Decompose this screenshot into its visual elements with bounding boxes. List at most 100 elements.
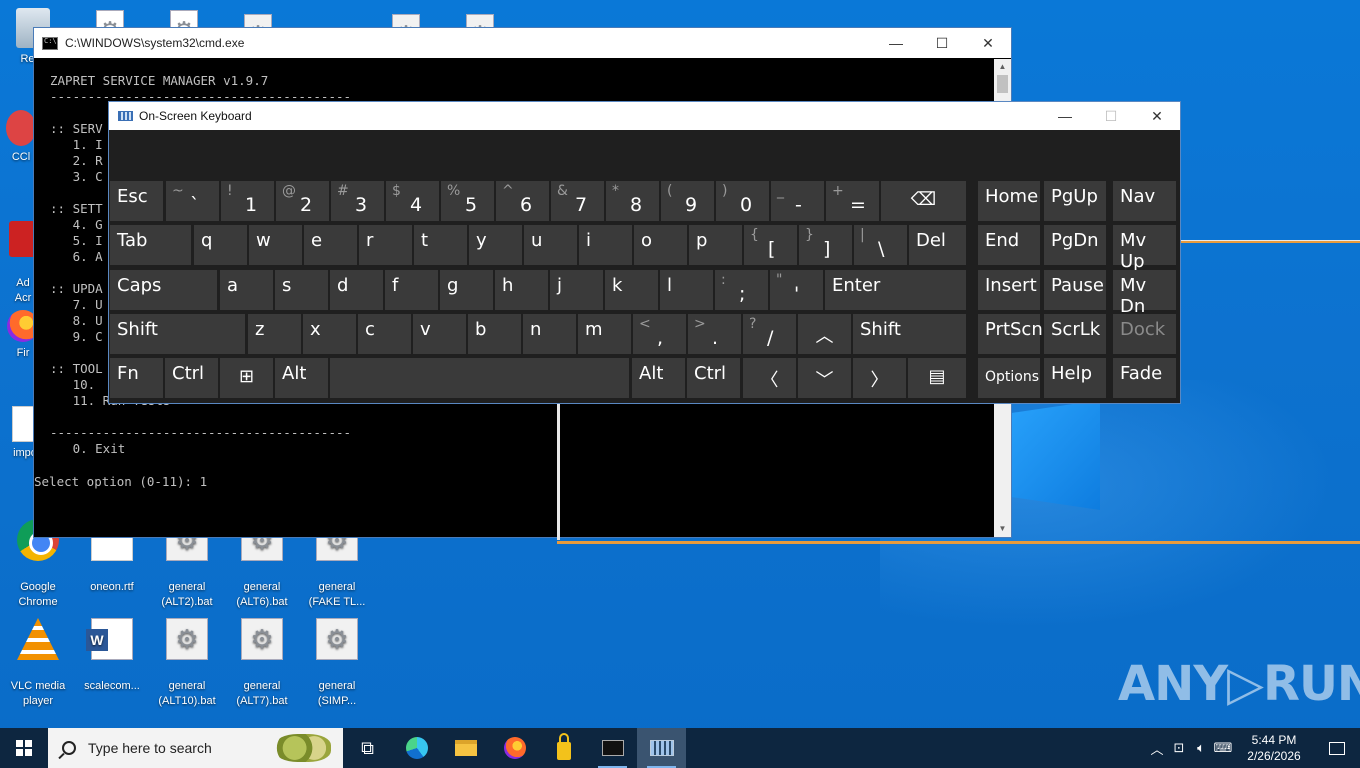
key-mv-up[interactable]: Mv Up [1113,225,1176,272]
key-z[interactable]: z [248,314,301,354]
key-[interactable]: {[ [744,225,797,265]
chevron-up-icon[interactable]: ︿ [1146,739,1168,758]
key-1[interactable]: ! 1 [221,181,274,221]
desktop-icon-scalecom[interactable]: scalecom... [74,603,150,709]
key-3[interactable]: #3 [331,181,384,221]
key-4[interactable]: $4 [386,181,439,221]
key-[interactable]: :; [715,270,768,310]
key-s[interactable]: s [275,270,328,310]
minimize-icon[interactable]: — [1042,102,1088,130]
taskbar-explorer[interactable] [441,728,490,768]
key-space[interactable] [330,358,629,398]
key-shift[interactable]: Shift [853,314,966,354]
key-a[interactable]: a [220,270,273,310]
key-[interactable]: + = [826,181,879,221]
key-enter[interactable]: Enter [825,270,966,310]
desktop-icon-vlc[interactable]: VLC media player [0,603,76,724]
key-6[interactable]: ^ 6 [496,181,549,221]
key-scrlk[interactable]: ScrLk [1044,314,1106,354]
osk-titlebar[interactable]: On-Screen Keyboard — ☐ ✕ [109,102,1180,130]
key-pgdn[interactable]: PgDn [1044,225,1106,265]
key-mv-dn[interactable]: Mv Dn [1113,270,1176,317]
key-[interactable]: ~ ` [166,181,219,221]
key-special[interactable]: 〈 [743,358,796,398]
key-j[interactable]: j [550,270,603,310]
notifications-button[interactable] [1314,728,1360,768]
key-pgup[interactable]: PgUp [1044,181,1106,221]
minimize-icon[interactable]: — [873,28,919,58]
key-5[interactable]: % 5 [441,181,494,221]
key-special[interactable]: ﹀ [798,358,851,398]
key-e[interactable]: e [304,225,357,265]
taskbar-cmd[interactable] [588,728,637,768]
key-[interactable]: ? / [743,314,796,354]
key-options[interactable]: Options [978,358,1040,398]
key-9[interactable]: (9 [661,181,714,221]
key-alt[interactable]: Alt [632,358,685,398]
key-8[interactable]: * 8 [606,181,659,221]
key-v[interactable]: v [413,314,466,354]
scroll-up-icon[interactable]: ▲ [994,59,1011,75]
desktop-icon-simp[interactable]: general (SIMP... [299,603,375,724]
key-c[interactable]: c [358,314,411,354]
key-[interactable]: " ' [770,270,823,310]
key-ctrl[interactable]: Ctrl [687,358,740,398]
key-y[interactable]: y [469,225,522,265]
key-2[interactable]: @2 [276,181,329,221]
key-ctrl[interactable]: Ctrl [165,358,218,398]
key-tab[interactable]: Tab [110,225,191,265]
key-special[interactable]: 〉 [853,358,906,398]
start-button[interactable] [0,728,48,768]
desktop-icon-alt10[interactable]: general (ALT10).bat [149,603,225,724]
key-[interactable]: }] [799,225,852,265]
osk-window[interactable]: On-Screen Keyboard — ☐ ✕ Esc ~ `! 1 @2 #3 $4% 5… [108,101,1181,404]
taskbar-search[interactable]: Type here to search [48,728,343,768]
key-special[interactable]: ⊞ [220,358,273,398]
network-icon[interactable]: ⊡ [1168,740,1190,756]
key-caps[interactable]: Caps [110,270,217,310]
key-del[interactable]: Del [909,225,966,265]
key-fn[interactable]: Fn [110,358,163,398]
key-m[interactable]: m [578,314,631,354]
key-7[interactable]: & 7 [551,181,604,221]
key-special[interactable]: ▤ [908,358,966,398]
key-o[interactable]: o [634,225,687,265]
key-[interactable]: <, [633,314,686,354]
cmd-prompt[interactable]: Select option (0-11): 1 [34,474,207,489]
key-prtscn[interactable]: PrtScn [978,314,1043,354]
scroll-thumb[interactable] [997,75,1008,93]
key-p[interactable]: p [689,225,742,265]
maximize-icon[interactable]: ☐ [919,28,965,58]
key-help[interactable]: Help [1044,358,1106,398]
key-l[interactable]: l [660,270,713,310]
close-icon[interactable]: ✕ [1134,102,1180,130]
key-fade[interactable]: Fade [1113,358,1176,398]
key-insert[interactable]: Insert [978,270,1040,310]
key-g[interactable]: g [440,270,493,310]
key-u[interactable]: u [524,225,577,265]
desktop-icon-alt7[interactable]: general (ALT7).bat [224,603,300,724]
key-end[interactable]: End [978,225,1040,265]
scroll-down-icon[interactable]: ▼ [994,521,1011,537]
task-view-button[interactable]: ⧉ [343,728,392,768]
key-[interactable]: >. [688,314,741,354]
key-f[interactable]: f [385,270,438,310]
taskbar-firefox[interactable] [490,728,539,768]
key-0[interactable]: ) 0 [716,181,769,221]
key-home[interactable]: Home [978,181,1040,221]
taskbar-osk[interactable] [637,728,686,768]
key-shift[interactable]: Shift [110,314,245,354]
key-n[interactable]: n [523,314,576,354]
key-pause[interactable]: Pause [1044,270,1106,310]
taskbar-edge[interactable] [392,728,441,768]
key-[interactable]: | \ [854,225,907,265]
volume-icon[interactable]: 🔈︎ [1190,740,1212,756]
key-nav[interactable]: Nav [1113,181,1176,221]
close-icon[interactable]: ✕ [965,28,1011,58]
key-i[interactable]: i [579,225,632,265]
key-x[interactable]: x [303,314,356,354]
key-t[interactable]: t [414,225,467,265]
keyboard-tray-icon[interactable]: ⌨︎ [1212,740,1234,756]
key-h[interactable]: h [495,270,548,310]
key-special[interactable]: ⌫ [881,181,966,221]
